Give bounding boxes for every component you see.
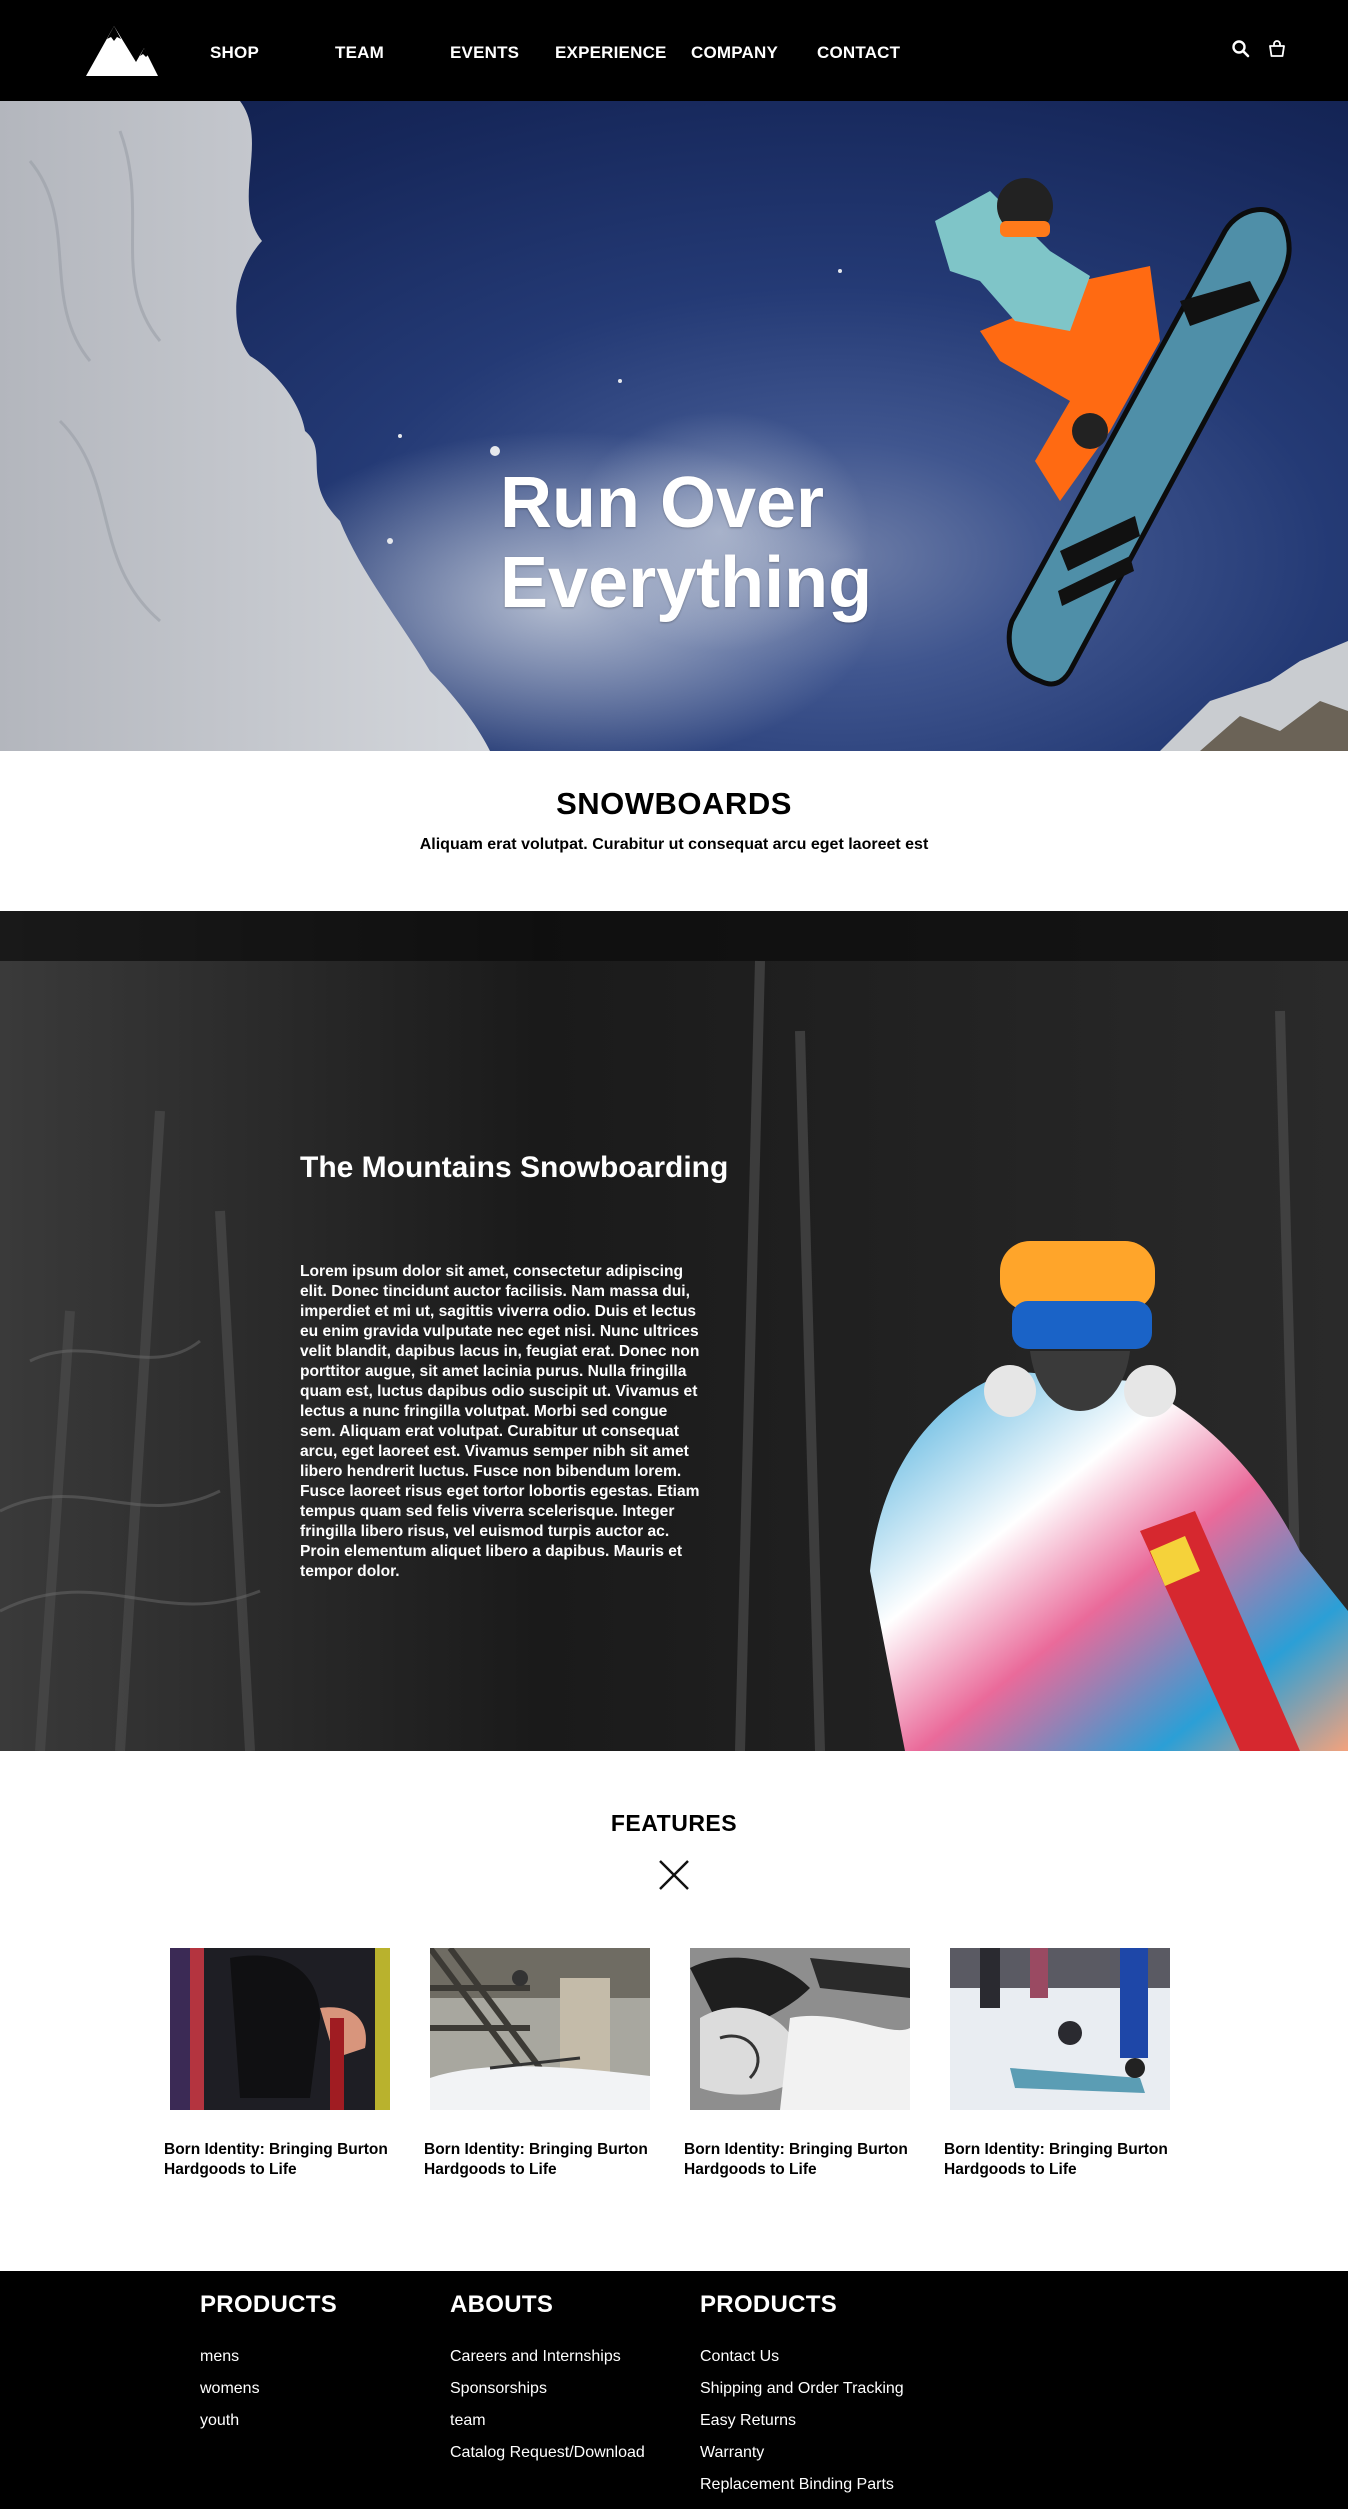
feature-title-4[interactable]: Born Identity: Bringing Burton Hardgoods…	[944, 2140, 1174, 2180]
footer-link[interactable]: Contact Us	[700, 2341, 904, 2373]
nav-experience[interactable]: EXPERIENCE	[555, 43, 667, 63]
nav-team[interactable]: TEAM	[335, 43, 384, 63]
hero-title: Run Over Everything	[500, 463, 872, 623]
footer-link[interactable]: Careers and Internships	[450, 2341, 645, 2373]
nav-company[interactable]: COMPANY	[691, 43, 778, 63]
footer-link[interactable]: Catalog Request/Download	[450, 2437, 645, 2469]
footer-link[interactable]: mens	[200, 2341, 337, 2373]
footer-col-products: PRODUCTS mens womens youth	[200, 2291, 337, 2437]
feature-image-4[interactable]	[950, 1948, 1170, 2110]
hero-title-line1: Run Over	[500, 463, 825, 543]
footer-link[interactable]: Replacement Binding Parts	[700, 2469, 904, 2501]
mountains-section: The Mountains Snowboarding Lorem ipsum d…	[0, 911, 1348, 1751]
footer-link[interactable]: Easy Returns	[700, 2405, 904, 2437]
hero-image	[0, 101, 1348, 751]
nav-events[interactable]: EVENTS	[450, 43, 519, 63]
hero-banner: Run Over Everything	[0, 101, 1348, 751]
footer-heading: PRODUCTS	[700, 2291, 838, 2318]
mountain-logo[interactable]	[86, 20, 158, 76]
nav-contact[interactable]: CONTACT	[817, 43, 900, 63]
feature-image-1[interactable]	[170, 1948, 390, 2110]
footer-link[interactable]: Shipping and Order Tracking	[700, 2373, 904, 2405]
feature-image-3[interactable]	[690, 1948, 910, 2110]
cart-icon[interactable]	[1266, 38, 1288, 60]
snowboards-subtitle: Aliquam erat volutpat. Curabitur ut cons…	[419, 836, 929, 853]
footer-link[interactable]: team	[450, 2405, 645, 2437]
footer-heading: PRODUCTS	[200, 2291, 338, 2318]
footer: PRODUCTS mens womens youth ABOUTS Career…	[0, 2271, 1348, 2509]
nav-shop[interactable]: SHOP	[210, 43, 259, 63]
snowboards-title: SNOWBOARDS	[556, 786, 792, 821]
footer-link[interactable]: Sponsorships	[450, 2373, 645, 2405]
footer-heading: ABOUTS	[450, 2291, 554, 2318]
mountains-title: The Mountains Snowboarding	[300, 1151, 729, 1184]
feature-image-2[interactable]	[430, 1948, 650, 2110]
feature-title-2[interactable]: Born Identity: Bringing Burton Hardgoods…	[424, 2140, 654, 2180]
mountains-body: Lorem ipsum dolor sit amet, consectetur …	[300, 1263, 700, 1580]
footer-link[interactable]: Warranty	[700, 2437, 904, 2469]
top-nav: SHOP TEAM EVENTS EXPERIENCE COMPANY CONT…	[0, 0, 1348, 101]
footer-link[interactable]: womens	[200, 2373, 337, 2405]
feature-title-3[interactable]: Born Identity: Bringing Burton Hardgoods…	[684, 2140, 914, 2180]
close-x-icon	[659, 1860, 689, 1890]
search-icon[interactable]	[1230, 38, 1252, 60]
footer-col-abouts: ABOUTS Careers and Internships Sponsorsh…	[450, 2291, 645, 2469]
feature-title-1[interactable]: Born Identity: Bringing Burton Hardgoods…	[164, 2140, 394, 2180]
hero-title-line2: Everything	[500, 543, 873, 623]
footer-link[interactable]: youth	[200, 2405, 337, 2437]
features-title: FEATURES	[610, 1810, 738, 1836]
footer-col-products-2: PRODUCTS Contact Us Shipping and Order T…	[700, 2291, 904, 2501]
